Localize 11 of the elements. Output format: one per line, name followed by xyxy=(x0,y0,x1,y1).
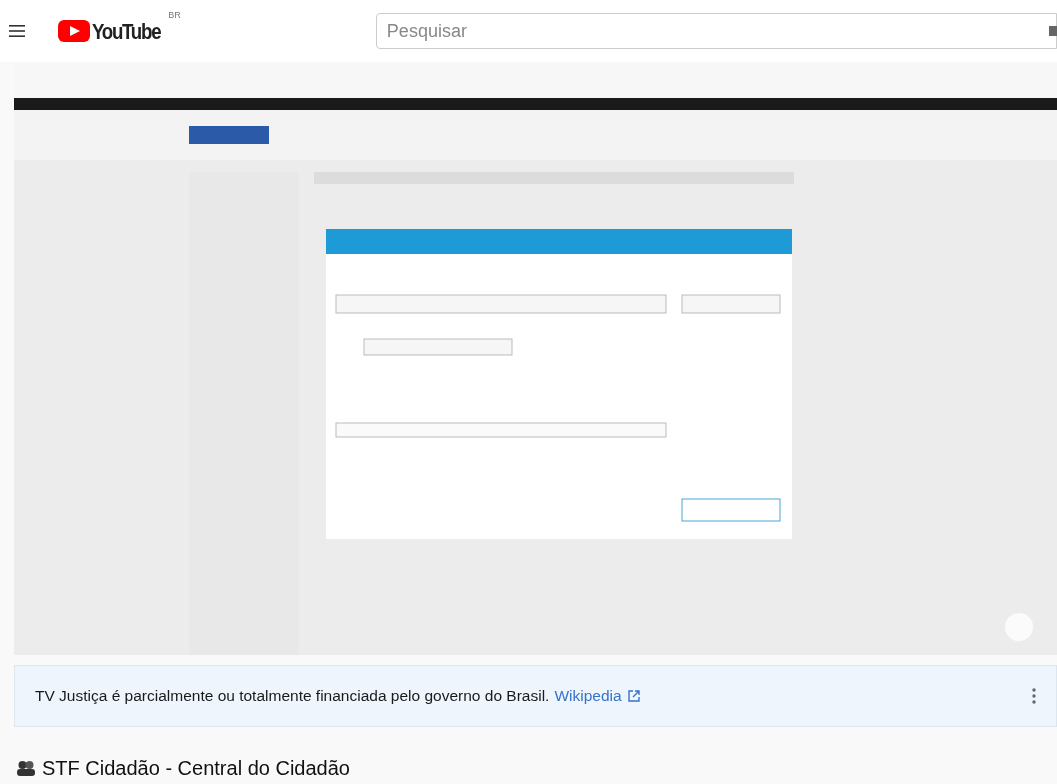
video-title: STF Cidadão - Central do Cidadão xyxy=(42,756,350,781)
people-icon xyxy=(16,760,36,776)
external-link-icon xyxy=(627,690,640,702)
country-code: BR xyxy=(168,8,181,22)
more-options-icon[interactable] xyxy=(1032,688,1036,704)
search-field[interactable]: Pesquisar xyxy=(375,13,1057,49)
play-logo-icon xyxy=(58,20,90,42)
info-text: TV Justiça é parcialmente ou totalmente financiada pelo governo do Brasil. xyxy=(35,686,550,707)
logo-text[interactable]: YouTube xyxy=(92,14,161,48)
wikipedia-link[interactable]: Wikipedia xyxy=(554,684,622,708)
menu-icon[interactable] xyxy=(9,24,25,38)
